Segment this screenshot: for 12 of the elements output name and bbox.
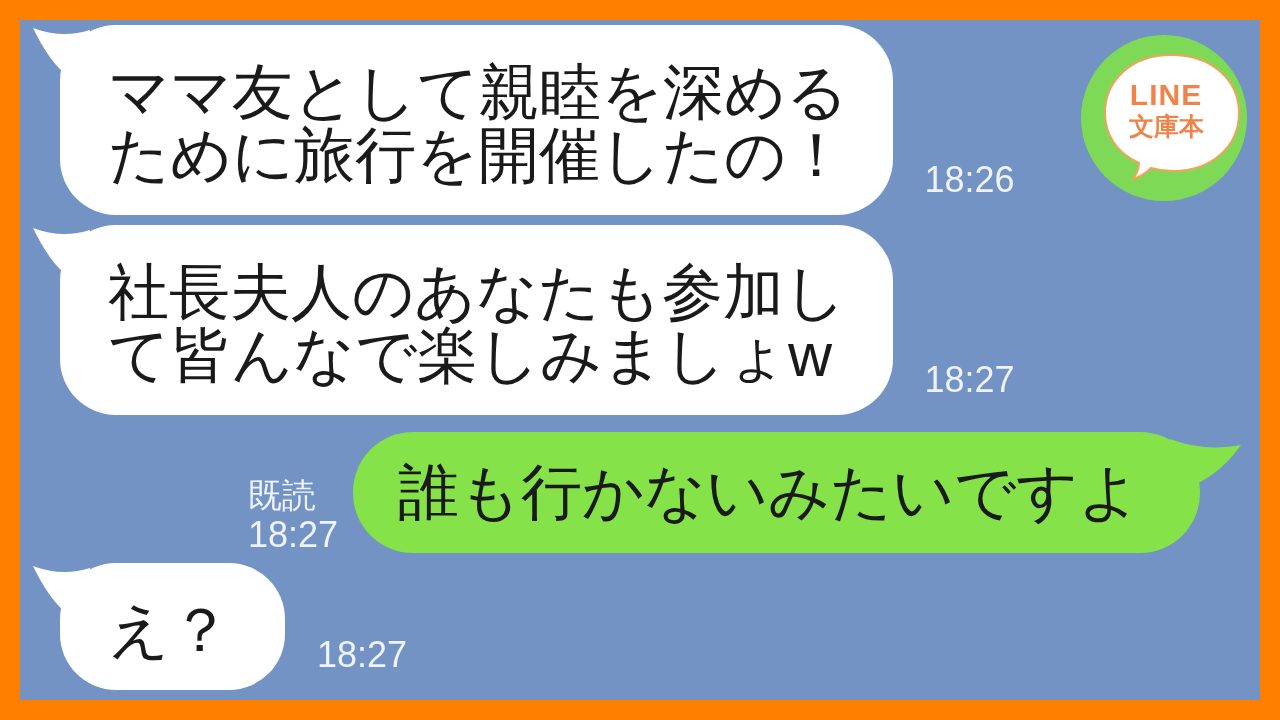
message-time: 18:27	[247, 517, 338, 553]
logo-subtitle: 文庫本	[1128, 111, 1204, 142]
message-text: 社長夫人のあなたも参加して皆んなで楽しみましょw	[108, 261, 847, 387]
message-time: 18:26	[924, 160, 1015, 200]
message-text: 誰も行かないみたいですよ	[398, 461, 1140, 524]
message-text: え？	[108, 599, 232, 662]
logo-title: LINE	[1129, 80, 1203, 110]
message-text: ママ友として親睦を深めるために旅行を開催したの！	[108, 61, 849, 187]
message-time: 18:27	[924, 360, 1015, 400]
speech-bubble-icon	[1103, 53, 1241, 181]
read-label: 既読	[247, 475, 316, 516]
message-time: 18:27	[317, 635, 408, 675]
